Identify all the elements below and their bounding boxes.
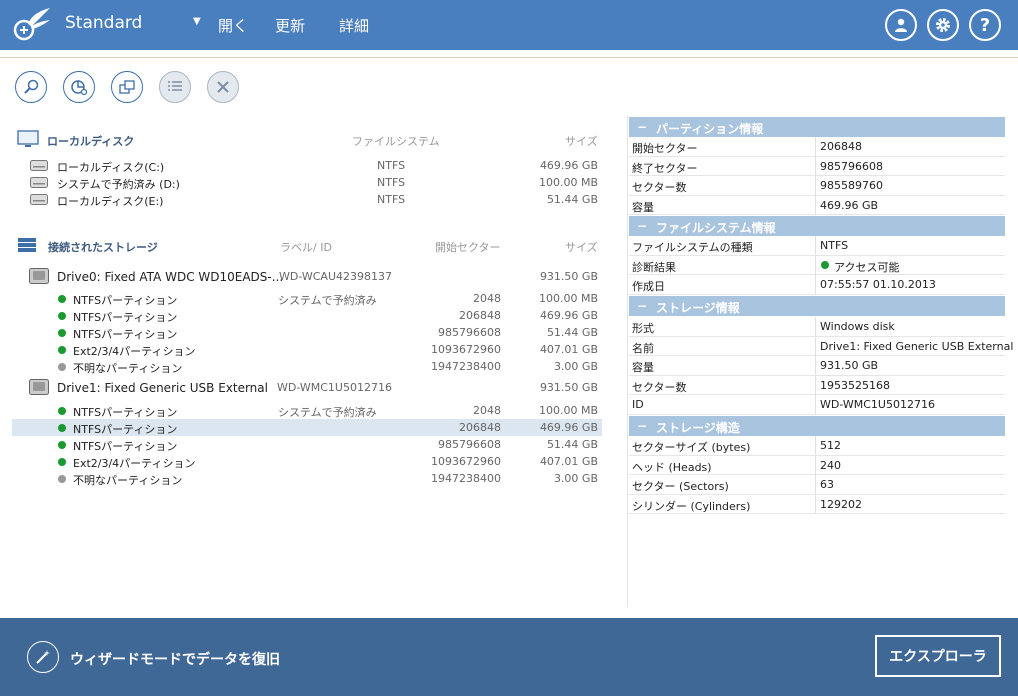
property-row: 容量 469.96 GB	[629, 195, 1005, 215]
wizard-button[interactable]	[27, 641, 59, 673]
status-dot-icon	[58, 312, 66, 320]
magic-wand-icon	[36, 650, 50, 664]
storage-icon	[18, 238, 36, 252]
gear-icon	[936, 18, 950, 32]
status-dot-icon	[58, 295, 66, 303]
help-icon: ?	[979, 14, 991, 36]
menu-details[interactable]: 詳細	[339, 15, 369, 36]
partition-row[interactable]: NTFSパーティション システムで予約済み 2048 100.00 MB	[12, 402, 602, 419]
property-row: 開始セクター 206848	[629, 137, 1005, 157]
menu-refresh[interactable]: 更新	[275, 15, 305, 36]
status-dot-icon	[58, 407, 66, 415]
pie-chart-icon	[71, 80, 88, 96]
status-dot-icon	[58, 329, 66, 337]
col-header-label: ラベル/ ID	[280, 241, 332, 254]
footer-bar: ウィザードモードでデータを復旧 エクスプローラ	[0, 618, 1018, 696]
list-icon	[168, 81, 182, 91]
property-row: 終了セクター 985796608	[629, 156, 1005, 176]
section-filesystem-info[interactable]: − ファイルシステム情報	[629, 216, 1005, 236]
app-logo-icon	[10, 4, 54, 44]
analyze-button[interactable]	[63, 71, 95, 103]
status-dot-icon	[58, 441, 66, 449]
status-dot-icon	[58, 346, 66, 354]
search-button[interactable]	[15, 71, 47, 103]
col-header-storage-size: サイズ	[565, 241, 598, 254]
drive-icon	[30, 194, 48, 205]
storage-title: 接続されたストレージ	[48, 241, 158, 254]
list-button[interactable]	[159, 71, 191, 103]
status-dot-icon	[58, 424, 66, 432]
section-storage-info[interactable]: − ストレージ情報	[629, 296, 1005, 316]
close-icon	[217, 81, 229, 93]
settings-button[interactable]	[927, 9, 959, 41]
menu-open[interactable]: 開く	[218, 15, 248, 36]
col-header-filesystem: ファイルシステム	[352, 135, 440, 148]
section-storage-structure[interactable]: − ストレージ構造	[629, 416, 1005, 436]
property-row: シリンダー (Cylinders) 129202	[629, 494, 1005, 514]
property-row: セクター数 1953525168	[629, 375, 1005, 395]
section-partition-info[interactable]: − パーティション情報	[629, 117, 1005, 137]
wizard-mode-link[interactable]: ウィザードモードでデータを復旧	[70, 649, 280, 669]
property-row: 作成日 07:55:57 01.10.2013	[629, 275, 1005, 295]
partition-row[interactable]: NTFSパーティション 206848 469.96 GB	[12, 307, 602, 324]
status-dot-icon	[58, 475, 66, 483]
property-row: 形式 Windows disk	[629, 317, 1005, 337]
user-button[interactable]	[885, 9, 917, 41]
drive-row[interactable]: Drive1: Fixed Generic USB External WD-WM…	[12, 378, 602, 397]
property-row: ファイルシステムの種類 NTFS	[629, 236, 1005, 256]
property-row: ヘッド (Heads) 240	[629, 455, 1005, 475]
local-disks-title: ローカルディスク	[47, 135, 135, 148]
help-button[interactable]: ?	[969, 9, 1001, 41]
header-divider	[0, 50, 1018, 58]
partition-row[interactable]: Ext2/3/4パーティション 1093672960 407.01 GB	[12, 453, 602, 470]
property-row: 診断結果 アクセス可能	[629, 255, 1005, 275]
property-row: セクター (Sectors) 63	[629, 475, 1005, 495]
app-title: Standard	[65, 13, 143, 33]
drive-icon	[30, 160, 48, 171]
status-dot-icon	[821, 260, 829, 269]
edition-dropdown-icon[interactable]: ▼	[193, 16, 201, 27]
partition-row[interactable]: NTFSパーティション 985796608 51.44 GB	[12, 436, 602, 453]
search-icon	[24, 79, 39, 94]
partition-row[interactable]: 不明なパーティション 1947238400 3.00 GB	[12, 470, 602, 487]
col-header-size: サイズ	[565, 135, 598, 148]
status-dot-icon	[58, 363, 66, 371]
local-disk-row[interactable]: ローカルディスク(C:) NTFS 469.96 GB	[12, 157, 602, 174]
local-disk-row[interactable]: システムで予約済み (D:) NTFS 100.00 MB	[12, 174, 602, 191]
close-button[interactable]	[207, 71, 239, 103]
property-row: セクターサイズ (bytes) 512	[629, 436, 1005, 456]
drive-icon	[30, 177, 48, 188]
clone-icon	[119, 80, 135, 94]
partition-row-selected[interactable]: NTFSパーティション 206848 469.96 GB	[12, 419, 602, 436]
property-row: 容量 931.50 GB	[629, 356, 1005, 376]
clone-button[interactable]	[111, 71, 143, 103]
partition-row[interactable]: NTFSパーティション システムで予約済み 2048 100.00 MB	[12, 290, 602, 307]
explorer-button[interactable]: エクスプローラ	[875, 635, 1001, 677]
drive-row[interactable]: Drive0: Fixed ATA WDC WD10EADS-... WD-WC…	[12, 267, 602, 286]
partition-row[interactable]: Ext2/3/4パーティション 1093672960 407.01 GB	[12, 341, 602, 358]
property-row: 名前 Drive1: Fixed Generic USB External	[629, 336, 1013, 356]
col-header-start-sector: 開始セクター	[435, 241, 501, 254]
hard-drive-icon	[29, 268, 49, 284]
property-row: セクター数 985589760	[629, 176, 1005, 196]
local-disk-row[interactable]: ローカルディスク(E:) NTFS 51.44 GB	[12, 191, 602, 208]
panel-divider	[627, 115, 628, 607]
hard-drive-icon	[29, 379, 49, 395]
user-icon	[895, 18, 907, 32]
property-row: ID WD-WMC1U5012716	[629, 395, 1005, 415]
status-dot-icon	[58, 458, 66, 466]
partition-row[interactable]: NTFSパーティション 985796608 51.44 GB	[12, 324, 602, 341]
computer-icon	[17, 130, 39, 147]
app-header: Standard ▼ 開く 更新 詳細 ?	[0, 0, 1018, 50]
partition-row[interactable]: 不明なパーティション 1947238400 3.00 GB	[12, 358, 602, 375]
